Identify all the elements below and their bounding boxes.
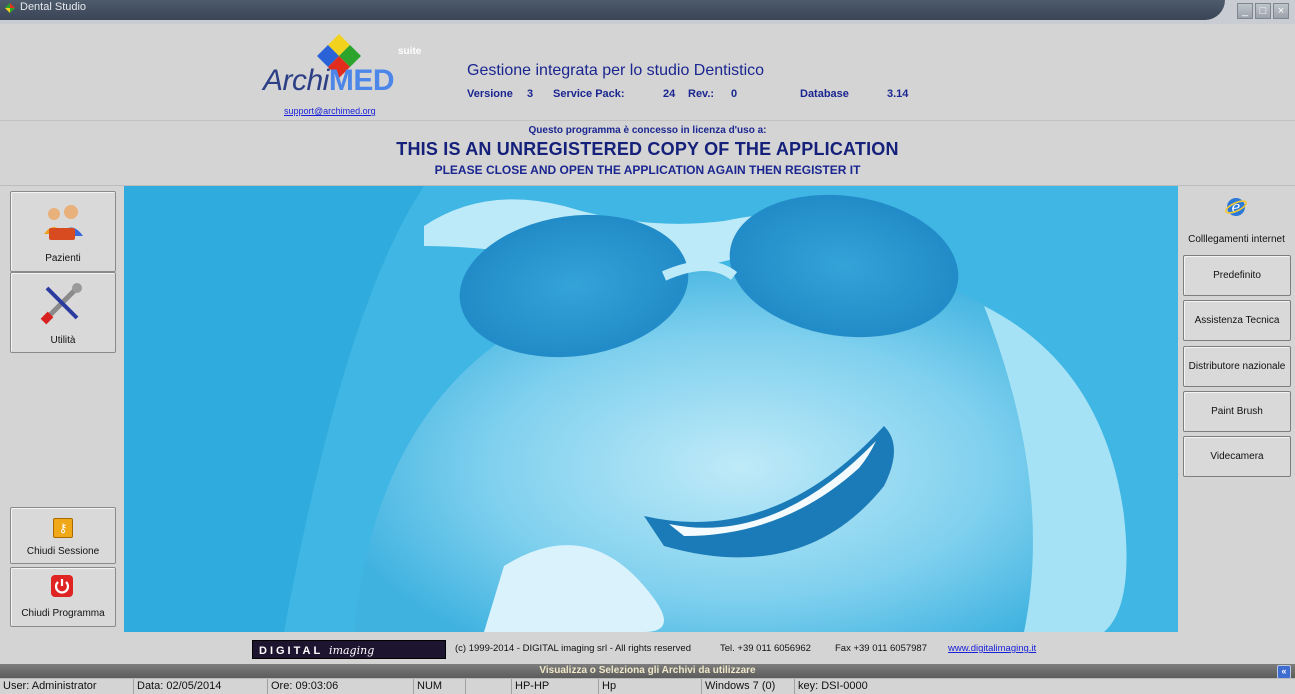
default-link-button[interactable]: Predefinito bbox=[1183, 255, 1291, 296]
technical-support-button[interactable]: Assistenza Tecnica bbox=[1183, 300, 1291, 341]
status-machine: HP-HP bbox=[512, 679, 599, 694]
videocamera-button[interactable]: Videcamera bbox=[1183, 436, 1291, 477]
internet-explorer-icon[interactable]: e bbox=[1224, 195, 1248, 219]
archimed-logo: ArchiMED bbox=[263, 64, 395, 97]
smiling-woman-image bbox=[124, 186, 1178, 632]
service-pack-label: Service Pack: bbox=[553, 88, 625, 100]
status-os: Windows 7 (0) bbox=[702, 679, 795, 694]
status-empty bbox=[466, 679, 512, 694]
rev-label: Rev.: bbox=[688, 88, 715, 100]
archive-bar-label: Visualizza o Seleziona gli Archivi da ut… bbox=[539, 665, 756, 676]
archive-selector-bar[interactable]: Visualizza o Seleziona gli Archivi da ut… bbox=[0, 664, 1295, 679]
app-icon bbox=[5, 3, 15, 13]
status-time: Ore: 09:03:06 bbox=[268, 679, 414, 694]
utilities-button[interactable]: Utilità bbox=[10, 272, 116, 353]
support-email-link[interactable]: support@archimed.org bbox=[284, 106, 376, 116]
left-nav-panel: Pazienti Utilità ⚷ Chiudi Sessione Chiud… bbox=[0, 186, 124, 632]
maximize-button[interactable]: □ bbox=[1255, 3, 1271, 19]
copyright-text: (c) 1999-2014 - DIGITAL imaging srl - Al… bbox=[455, 643, 692, 654]
right-links-panel: e Colllegamenti internet Predefinito Ass… bbox=[1178, 186, 1295, 632]
status-date: Data: 02/05/2014 bbox=[134, 679, 268, 694]
window-title: Dental Studio bbox=[20, 1, 87, 13]
status-key: key: DSI-0000 bbox=[798, 680, 868, 692]
database-value: 3.14 bbox=[887, 88, 909, 100]
status-user: User: Administrator bbox=[0, 679, 134, 694]
license-instructions: PLEASE CLOSE AND OPEN THE APPLICATION AG… bbox=[434, 163, 861, 177]
service-pack-value: 24 bbox=[663, 88, 676, 100]
svg-text:e: e bbox=[1232, 198, 1241, 216]
logo-suite-label: suite bbox=[398, 46, 422, 57]
titlebar-background bbox=[0, 0, 1225, 20]
patients-button-label: Pazienti bbox=[45, 253, 81, 264]
background-photo bbox=[124, 186, 1178, 632]
status-bar: User: Administrator Data: 02/05/2014 Ore… bbox=[0, 678, 1295, 694]
internet-links-label: Colllegamenti internet bbox=[1188, 234, 1285, 245]
close-session-label: Chiudi Sessione bbox=[26, 546, 100, 557]
status-numlock: NUM bbox=[414, 679, 466, 694]
patients-icon bbox=[44, 205, 83, 240]
website-link[interactable]: www.digitalimaging.it bbox=[948, 643, 1036, 654]
close-button[interactable]: × bbox=[1273, 3, 1289, 19]
close-session-button[interactable]: ⚷ Chiudi Sessione bbox=[10, 507, 116, 564]
version-label: Versione bbox=[467, 88, 513, 100]
window-titlebar: Dental Studio _ □ × bbox=[0, 0, 1295, 24]
status-host: Hp bbox=[599, 679, 702, 694]
telephone-text: Tel. +39 011 6056962 bbox=[720, 643, 811, 654]
power-icon bbox=[51, 575, 73, 597]
digital-imaging-logo: DIGITAL imaging bbox=[252, 640, 446, 659]
close-program-label: Chiudi Programma bbox=[21, 608, 105, 619]
license-banner: Questo programma è concesso in licenza d… bbox=[0, 121, 1295, 186]
close-program-button[interactable]: Chiudi Programma bbox=[10, 567, 116, 627]
license-intro: Questo programma è concesso in licenza d… bbox=[528, 125, 767, 136]
patients-button[interactable]: Pazienti bbox=[10, 191, 116, 272]
national-distributor-button[interactable]: Distributore nazionale bbox=[1183, 346, 1291, 387]
utilities-button-label: Utilità bbox=[50, 335, 76, 346]
fax-text: Fax +39 011 6057987 bbox=[835, 643, 927, 654]
key-icon: ⚷ bbox=[53, 518, 73, 538]
app-header: ArchiMED suite support@archimed.org Gest… bbox=[0, 24, 1295, 121]
footer: DIGITAL imaging (c) 1999-2014 - DIGITAL … bbox=[0, 632, 1295, 664]
expand-chevron-icon[interactable]: « bbox=[1277, 665, 1291, 679]
database-label: Database bbox=[800, 88, 849, 100]
license-holder: THIS IS AN UNREGISTERED COPY OF THE APPL… bbox=[396, 139, 899, 159]
app-title: Gestione integrata per lo studio Dentist… bbox=[467, 62, 765, 79]
rev-value: 0 bbox=[731, 88, 738, 100]
minimize-button[interactable]: _ bbox=[1237, 3, 1253, 19]
paint-brush-button[interactable]: Paint Brush bbox=[1183, 391, 1291, 432]
tools-icon bbox=[40, 283, 82, 325]
version-value: 3 bbox=[527, 88, 534, 100]
